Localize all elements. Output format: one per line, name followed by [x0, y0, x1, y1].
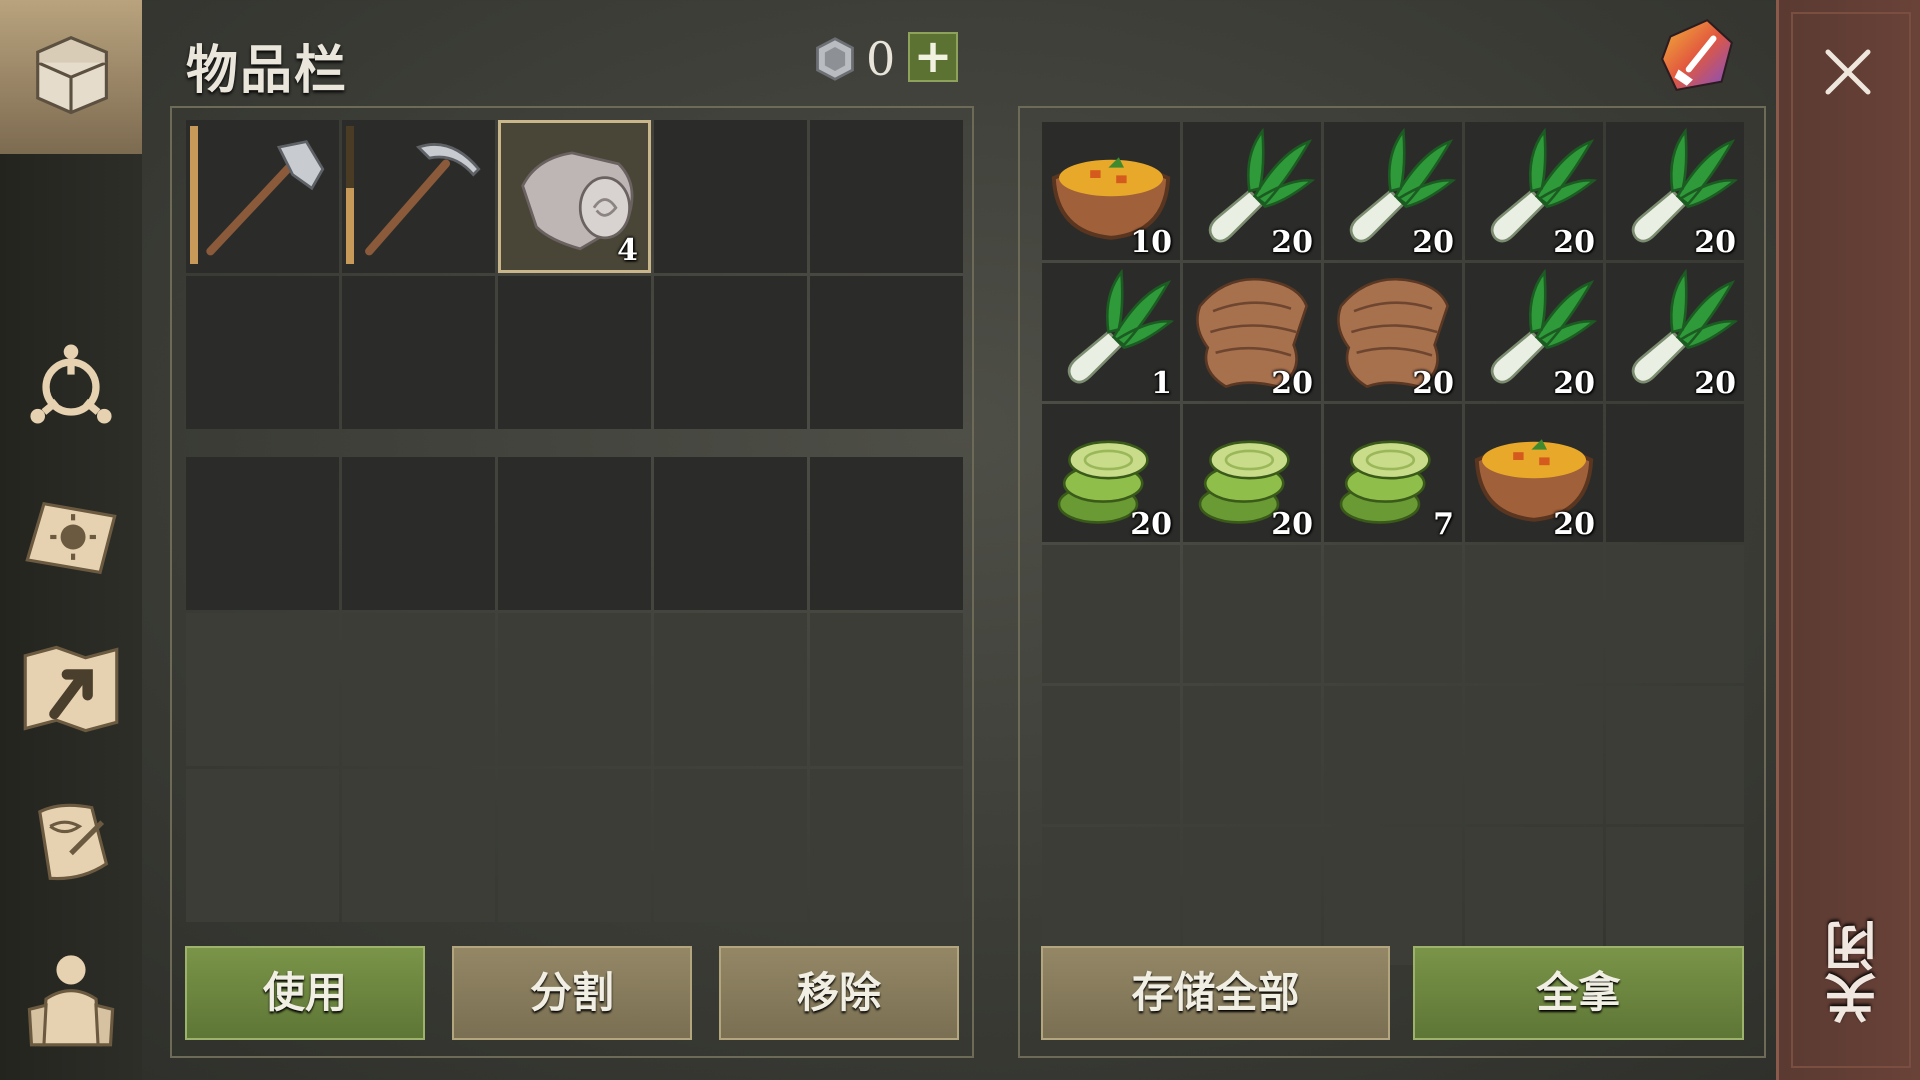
container-slot-empty[interactable]: [1606, 686, 1744, 824]
container-slot-empty[interactable]: [1183, 686, 1321, 824]
backpack-slot[interactable]: [654, 457, 807, 610]
backpack-slot[interactable]: [498, 457, 651, 610]
item-count: 20: [1271, 225, 1313, 260]
container-slot[interactable]: 20: [1324, 122, 1462, 260]
container-slot-empty[interactable]: [1183, 827, 1321, 965]
container-slot-empty[interactable]: [1183, 545, 1321, 683]
item-count: 20: [1553, 366, 1595, 401]
nav-recipes-book-icon[interactable]: [12, 478, 130, 596]
backpack-slot-locked: [810, 769, 963, 922]
backpack-slot-locked: [498, 613, 651, 766]
container-slot-empty[interactable]: [1042, 827, 1180, 965]
silver-coin-icon: [816, 37, 854, 81]
container-slot[interactable]: 20: [1606, 263, 1744, 401]
backpack-grid: [186, 457, 963, 922]
item-count: 20: [1271, 507, 1313, 542]
container-slot[interactable]: 10: [1042, 122, 1180, 260]
chest-icon: [12, 14, 130, 132]
item-count: 4: [617, 233, 638, 268]
nav-character-icon[interactable]: [12, 940, 130, 1058]
container-slot[interactable]: 20: [1465, 263, 1603, 401]
container-slot[interactable]: 20: [1465, 122, 1603, 260]
inventory-slot[interactable]: [342, 120, 495, 273]
split-button[interactable]: 分割: [452, 946, 692, 1040]
inventory-slot[interactable]: [498, 276, 651, 429]
close-icon[interactable]: [1820, 44, 1876, 100]
inventory-slot[interactable]: [654, 276, 807, 429]
item-count: 20: [1412, 366, 1454, 401]
container-slot[interactable]: 7: [1324, 404, 1462, 542]
close-label[interactable]: 关闭: [1818, 920, 1893, 1024]
inventory-slot[interactable]: [810, 276, 963, 429]
item-count: 20: [1553, 507, 1595, 542]
backpack-slot-locked: [186, 613, 339, 766]
item-count: 7: [1433, 507, 1454, 542]
container-slot-empty[interactable]: [1465, 686, 1603, 824]
backpack-slot-locked: [342, 769, 495, 922]
inventory-slot[interactable]: [186, 120, 339, 273]
container-slot[interactable]: [1606, 404, 1744, 542]
nav-tab-inventory[interactable]: [0, 0, 142, 154]
backpack-slot-locked: [342, 613, 495, 766]
container-slot[interactable]: 20: [1183, 122, 1321, 260]
item-count: 20: [1130, 507, 1172, 542]
backpack-slot[interactable]: [810, 457, 963, 610]
close-panel[interactable]: [1776, 0, 1920, 1080]
container-slot[interactable]: 20: [1183, 404, 1321, 542]
container-slot-empty[interactable]: [1324, 827, 1462, 965]
inventory-slot[interactable]: [186, 276, 339, 429]
pickaxe-icon: [365, 143, 481, 256]
take-all-button[interactable]: 全拿: [1413, 946, 1744, 1040]
item-count: 10: [1130, 225, 1172, 260]
item-count: 20: [1412, 225, 1454, 260]
container-slot-empty[interactable]: [1465, 827, 1603, 965]
auto-sort-broom-icon[interactable]: [1656, 14, 1738, 96]
container-slot[interactable]: 20: [1183, 263, 1321, 401]
nav-map-icon[interactable]: [12, 630, 130, 748]
container-slot-empty[interactable]: [1606, 545, 1744, 683]
inventory-slot[interactable]: [810, 120, 963, 273]
container-slot[interactable]: 20: [1042, 404, 1180, 542]
backpack-slot-locked: [654, 613, 807, 766]
item-count: 20: [1694, 225, 1736, 260]
inventory-slot[interactable]: [342, 276, 495, 429]
backpack-slot-locked: [498, 769, 651, 922]
currency-count: 0: [866, 32, 896, 86]
add-currency-button[interactable]: +: [908, 32, 958, 82]
container-slot[interactable]: 20: [1606, 122, 1744, 260]
container-slot-empty[interactable]: [1324, 686, 1462, 824]
container-slot-empty[interactable]: [1324, 545, 1462, 683]
item-count: 20: [1553, 225, 1595, 260]
item-count: 1: [1151, 366, 1172, 401]
page-title: 物品栏: [186, 41, 349, 101]
backpack-slot-locked: [186, 769, 339, 922]
container-slot-empty[interactable]: [1042, 686, 1180, 824]
axe-icon: [206, 140, 325, 256]
item-count: 20: [1694, 366, 1736, 401]
backpack-slot[interactable]: [186, 457, 339, 610]
store-all-button[interactable]: 存储全部: [1041, 946, 1390, 1040]
container-grid: 10 20 20 20 20 1 20 20 20 20 20 20 7 20: [1042, 122, 1744, 965]
item-count: 20: [1271, 366, 1313, 401]
backpack-slot-locked: [810, 613, 963, 766]
nav-skills-icon[interactable]: [12, 326, 130, 444]
backpack-slot[interactable]: [342, 457, 495, 610]
side-nav: [0, 0, 142, 1080]
use-button[interactable]: 使用: [185, 946, 425, 1040]
container-slot-empty[interactable]: [1465, 545, 1603, 683]
inventory-slot[interactable]: [654, 120, 807, 273]
container-slot-empty[interactable]: [1606, 827, 1744, 965]
inventory-slot-selected[interactable]: 4: [498, 120, 651, 273]
container-slot-empty[interactable]: [1042, 545, 1180, 683]
container-slot[interactable]: 1: [1042, 263, 1180, 401]
remove-button[interactable]: 移除: [719, 946, 959, 1040]
nav-quests-scroll-icon[interactable]: [12, 784, 130, 902]
container-slot[interactable]: 20: [1324, 263, 1462, 401]
player-inventory-grid: 4: [186, 120, 963, 429]
backpack-slot-locked: [654, 769, 807, 922]
container-slot[interactable]: 20: [1465, 404, 1603, 542]
